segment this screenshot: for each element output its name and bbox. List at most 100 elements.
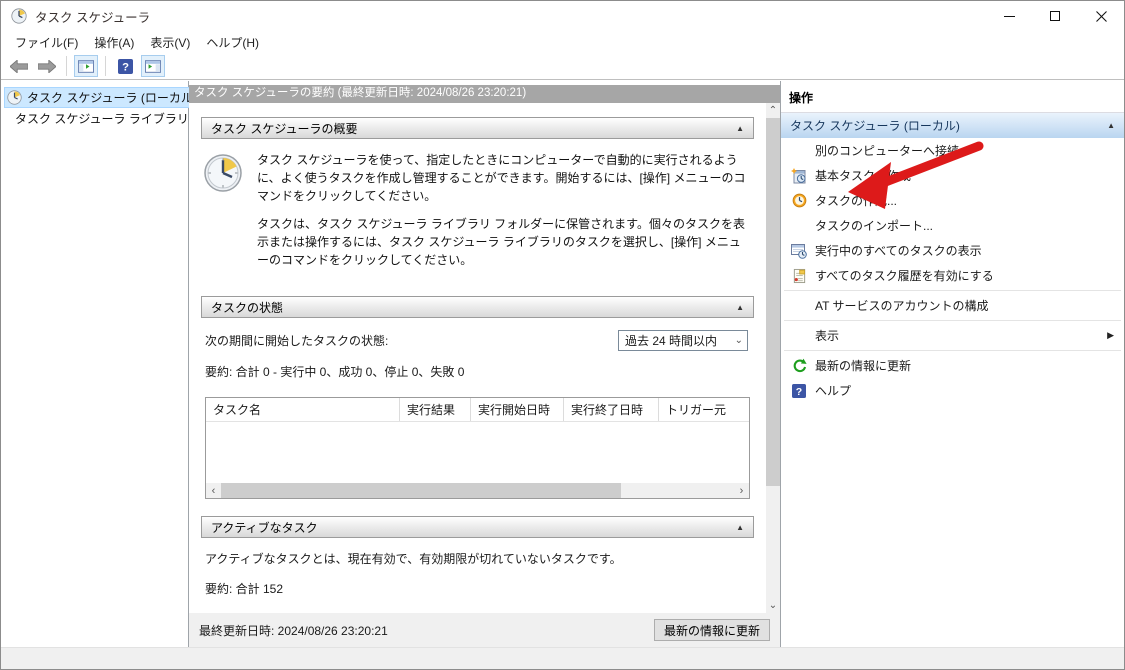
- collapse-icon[interactable]: ▲: [736, 124, 744, 133]
- scroll-right-icon[interactable]: ›: [734, 485, 749, 497]
- action-connect-to-another-computer[interactable]: 別のコンピューターへ接続...: [781, 138, 1124, 163]
- summary-vscrollbar[interactable]: ⌃ ⌄: [766, 103, 780, 613]
- minimize-icon: [1004, 16, 1015, 17]
- task-status-section-title: タスクの状態: [211, 299, 283, 316]
- active-tasks-section-title: アクティブなタスク: [211, 519, 318, 536]
- action-label: タスクの作成...: [815, 192, 897, 209]
- maximize-icon: [1050, 11, 1060, 21]
- summary-panel-header: タスク スケジューラの要約 (最終更新日時: 2024/08/26 23:20:…: [189, 85, 780, 103]
- action-create-task[interactable]: タスクの作成...: [781, 188, 1124, 213]
- summary-footer: 最終更新日時: 2024/08/26 23:20:21 最新の情報に更新: [189, 613, 780, 647]
- task-status-section: タスクの状態 ▲ 次の期間に開始したタスクの状態: 過去 24 時間以内 ⌄: [201, 296, 754, 501]
- refresh-icon: [790, 358, 808, 374]
- active-tasks-section: アクティブなタスク ▲ アクティブなタスクとは、現在有効で、有効期限が切れていな…: [201, 516, 754, 613]
- scroll-left-icon[interactable]: ‹: [206, 485, 221, 497]
- collapse-icon[interactable]: ▲: [1107, 121, 1115, 130]
- menu-bar: ファイル(F) 操作(A) 表示(V) ヘルプ(H): [1, 31, 1124, 53]
- status-table-hscrollbar[interactable]: ‹ ›: [206, 483, 749, 498]
- window-title: タスク スケジューラ: [35, 7, 150, 26]
- forward-button[interactable]: [35, 55, 59, 77]
- actions-panel: 操作 タスク スケジューラ (ローカル) ▲ 別のコンピューターへ接続... 基…: [781, 81, 1124, 647]
- action-view[interactable]: 表示 ▶: [781, 323, 1124, 348]
- active-tasks-section-header[interactable]: アクティブなタスク ▲: [201, 516, 754, 538]
- task-status-section-header[interactable]: タスクの状態 ▲: [201, 296, 754, 318]
- action-configure-at-service-account[interactable]: AT サービスのアカウントの構成: [781, 293, 1124, 318]
- action-label: AT サービスのアカウントの構成: [815, 297, 989, 314]
- show-console-tree-button[interactable]: [74, 55, 98, 77]
- active-tasks-summary-line: 要約: 合計 152: [205, 580, 750, 597]
- clock-app-icon: [11, 8, 27, 24]
- action-enable-all-task-history[interactable]: すべてのタスク履歴を有効にする: [781, 263, 1124, 288]
- menu-help[interactable]: ヘルプ(H): [198, 32, 267, 53]
- status-task-table: タスク名 実行結果 実行開始日時 実行終了日時 トリガー元 ‹: [205, 397, 750, 499]
- column-run-result[interactable]: 実行結果: [400, 398, 471, 421]
- scroll-up-icon[interactable]: ⌃: [766, 103, 780, 118]
- column-task-name[interactable]: タスク名: [206, 398, 400, 421]
- column-run-start[interactable]: 実行開始日時: [471, 398, 564, 421]
- basic-task-icon: [790, 168, 808, 184]
- overview-section-header[interactable]: タスク スケジューラの概要 ▲: [201, 117, 754, 139]
- back-arrow-icon: [10, 60, 28, 73]
- overview-paragraph-2: タスクは、タスク スケジューラ ライブラリ フォルダーに保管されます。個々のタス…: [257, 215, 750, 269]
- help-button[interactable]: ?: [113, 55, 137, 77]
- tree-item-task-scheduler-library[interactable]: タスク スケジューラ ライブラリ: [1, 108, 188, 129]
- overview-paragraph-1: タスク スケジューラを使って、指定したときにコンピューターで自動的に実行されるよ…: [257, 151, 750, 205]
- console-tree-panel: タスク スケジューラ (ローカル) タスク スケジューラ ライブラリ: [1, 81, 189, 647]
- scroll-down-icon[interactable]: ⌄: [766, 598, 780, 613]
- actions-group-header[interactable]: タスク スケジューラ (ローカル) ▲: [781, 113, 1124, 138]
- action-import-task[interactable]: タスクのインポート...: [781, 213, 1124, 238]
- overview-section-title: タスク スケジューラの概要: [211, 120, 358, 137]
- collapse-icon[interactable]: ▲: [736, 523, 744, 532]
- menu-view[interactable]: 表示(V): [142, 32, 198, 53]
- scheduler-clock-icon: [203, 153, 243, 193]
- task-history-icon: [790, 268, 808, 284]
- hscroll-thumb[interactable]: [221, 483, 621, 498]
- chevron-down-icon: ⌄: [735, 335, 743, 346]
- svg-text:?: ?: [796, 385, 802, 397]
- show-action-pane-button[interactable]: [141, 55, 165, 77]
- create-task-icon: [790, 193, 808, 209]
- help-icon: ?: [790, 383, 808, 399]
- action-label: 基本タスクの作成: [815, 167, 911, 184]
- status-period-value: 過去 24 時間以内: [625, 332, 717, 349]
- status-table-header: タスク名 実行結果 実行開始日時 実行終了日時 トリガー元: [206, 398, 749, 422]
- minimize-button[interactable]: [986, 1, 1032, 31]
- action-label: 表示: [815, 327, 839, 344]
- action-label: 最新の情報に更新: [815, 357, 911, 374]
- forward-arrow-icon: [38, 60, 56, 73]
- action-label: すべてのタスク履歴を有効にする: [815, 267, 994, 284]
- action-create-basic-task[interactable]: 基本タスクの作成: [781, 163, 1124, 188]
- menu-file[interactable]: ファイル(F): [7, 32, 86, 53]
- action-refresh[interactable]: 最新の情報に更新: [781, 353, 1124, 378]
- maximize-button[interactable]: [1032, 1, 1078, 31]
- close-button[interactable]: [1078, 1, 1124, 31]
- status-period-dropdown[interactable]: 過去 24 時間以内 ⌄: [618, 330, 748, 351]
- tree-item-label: タスク スケジューラ (ローカル): [27, 89, 197, 106]
- collapse-icon[interactable]: ▲: [736, 303, 744, 312]
- action-label: 実行中のすべてのタスクの表示: [815, 242, 982, 259]
- status-period-label: 次の期間に開始したタスクの状態:: [205, 332, 388, 349]
- console-tree-icon: [78, 60, 94, 73]
- column-run-end[interactable]: 実行終了日時: [564, 398, 659, 421]
- actions-separator: [784, 320, 1121, 321]
- back-button[interactable]: [7, 55, 31, 77]
- action-help[interactable]: ? ヘルプ: [781, 378, 1124, 403]
- vscroll-thumb[interactable]: [766, 118, 780, 486]
- refresh-button[interactable]: 最新の情報に更新: [654, 619, 770, 641]
- action-display-running-tasks[interactable]: 実行中のすべてのタスクの表示: [781, 238, 1124, 263]
- main-area: タスク スケジューラ (ローカル) タスク スケジューラ ライブラリ タスク ス…: [1, 81, 1124, 647]
- close-icon: [1096, 11, 1107, 22]
- help-icon: ?: [118, 59, 133, 74]
- submenu-arrow-icon: ▶: [1107, 330, 1114, 341]
- actions-group-title: タスク スケジューラ (ローカル): [790, 117, 960, 134]
- column-triggered-by[interactable]: トリガー元: [659, 398, 749, 421]
- svg-text:?: ?: [122, 61, 129, 73]
- summary-content: タスク スケジューラの概要 ▲ タスク スケジューラを使って、指定したときにコン…: [189, 103, 766, 613]
- clock-icon: [7, 90, 22, 105]
- action-pane-icon: [145, 60, 161, 73]
- toolbar: ?: [1, 53, 1124, 80]
- status-summary-line: 要約: 合計 0 - 実行中 0、成功 0、停止 0、失敗 0: [205, 363, 750, 380]
- tree-item-task-scheduler-local[interactable]: タスク スケジューラ (ローカル): [1, 87, 188, 108]
- active-tasks-description: アクティブなタスクとは、現在有効で、有効期限が切れていないタスクです。: [205, 550, 750, 568]
- menu-action[interactable]: 操作(A): [86, 32, 142, 53]
